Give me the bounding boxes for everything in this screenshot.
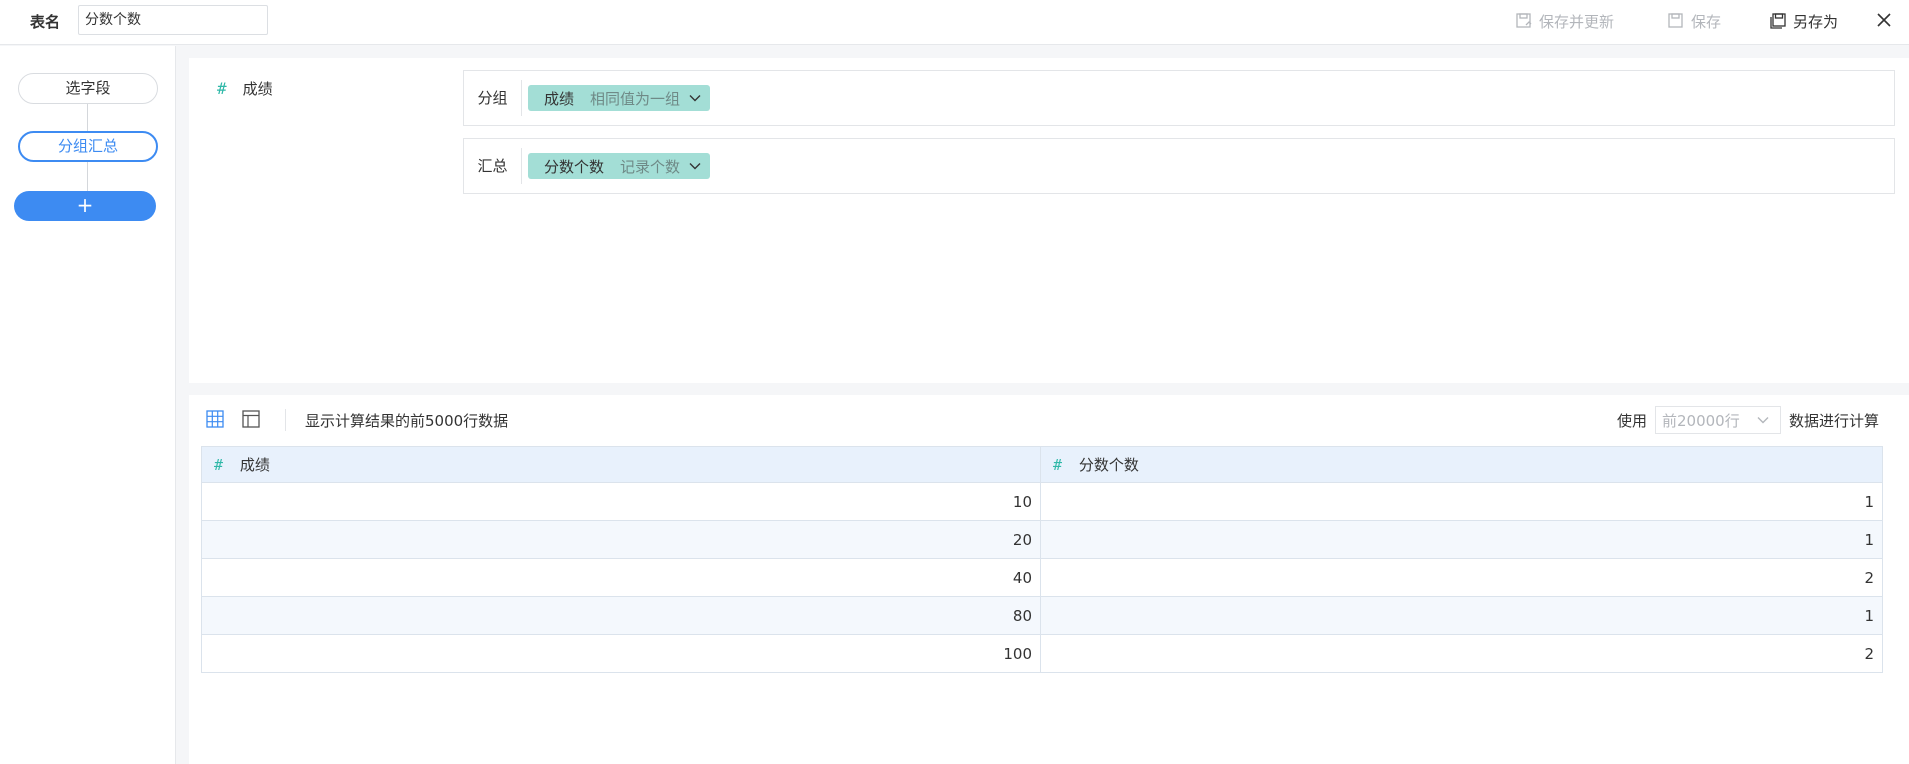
step-group-summary[interactable]: 分组汇总 — [18, 131, 158, 162]
step-sidebar: 选字段 分组汇总 + — [0, 46, 176, 764]
chip-field-name: 成绩 — [544, 89, 575, 108]
number-type-icon: # — [214, 456, 224, 474]
step-connector — [87, 162, 88, 191]
step-connector — [87, 104, 88, 131]
save-label: 保存 — [1691, 12, 1722, 31]
calc-rows-control: 使用 前20000行 数据进行计算 — [1617, 406, 1879, 434]
summary-drop-zone[interactable]: 汇总 分数个数 记录个数 — [463, 138, 1895, 194]
table-cell: 20 — [201, 520, 1041, 559]
table-cell: 2 — [1040, 558, 1883, 597]
toolbar-divider — [285, 409, 286, 431]
table-row: 10 1 — [201, 482, 1883, 521]
calc-label: 数据进行计算 — [1788, 411, 1879, 430]
summary-label: 汇总 — [464, 148, 522, 184]
table-cell: 2 — [1040, 634, 1883, 673]
table-cell: 1 — [1040, 482, 1883, 521]
save-and-update-button[interactable]: 保存并更新 — [1515, 10, 1614, 32]
table-cell: 1 — [1040, 520, 1883, 559]
table-row: 100 2 — [201, 634, 1883, 673]
chevron-down-icon[interactable] — [688, 91, 702, 105]
table-row: 20 1 — [201, 520, 1883, 559]
config-panel: # 成绩 分组 成绩 相同值为一组 汇总 分数个数 记录个数 — [189, 58, 1909, 383]
table-cell: 80 — [201, 596, 1041, 635]
number-type-icon: # — [217, 79, 227, 98]
chevron-down-icon — [1757, 417, 1769, 424]
rows-select[interactable]: 前20000行 — [1654, 406, 1781, 434]
table-row: 40 2 — [201, 558, 1883, 597]
table-view-icon[interactable] — [205, 409, 225, 429]
layout-view-icon[interactable] — [241, 409, 261, 429]
use-label: 使用 — [1616, 411, 1647, 430]
save-button[interactable]: 保存 — [1667, 10, 1721, 32]
chevron-down-icon[interactable] — [688, 159, 702, 173]
table-cell: 100 — [201, 634, 1041, 673]
table-name-label: 表名 — [30, 13, 61, 31]
column-header-score[interactable]: # 成绩 — [201, 446, 1041, 483]
table-cell: 40 — [201, 558, 1041, 597]
chip-summary-mode: 记录个数 — [620, 157, 681, 176]
column-header-label: 成绩 — [239, 456, 270, 474]
table-cell: 1 — [1040, 596, 1883, 635]
column-header-label: 分数个数 — [1078, 456, 1139, 474]
table-cell: 10 — [201, 482, 1041, 521]
close-icon[interactable] — [1873, 9, 1895, 31]
add-step-button[interactable]: + — [14, 191, 156, 221]
table-name-input[interactable]: 分数个数 — [78, 5, 268, 35]
top-bar: 表名 分数个数 保存并更新 保存 另存为 — [0, 0, 1909, 45]
column-header-count[interactable]: # 分数个数 — [1040, 446, 1883, 483]
save-icon — [1668, 13, 1683, 28]
save-as-button[interactable]: 另存为 — [1769, 10, 1838, 32]
save-update-icon — [1516, 13, 1532, 28]
group-label: 分组 — [464, 80, 522, 116]
save-and-update-label: 保存并更新 — [1539, 12, 1615, 31]
group-field-chip[interactable]: 成绩 相同值为一组 — [528, 85, 711, 111]
result-info-text: 显示计算结果的前5000行数据 — [305, 412, 509, 430]
number-type-icon: # — [1053, 456, 1063, 474]
summary-field-chip[interactable]: 分数个数 记录个数 — [528, 153, 711, 179]
save-as-label: 另存为 — [1793, 12, 1839, 31]
field-label: 成绩 — [242, 80, 273, 98]
rows-select-value: 前20000行 — [1661, 411, 1740, 430]
result-panel: 显示计算结果的前5000行数据 使用 前20000行 数据进行计算 # 成绩 #… — [189, 395, 1909, 764]
chip-field-name: 分数个数 — [544, 157, 605, 176]
chip-group-mode: 相同值为一组 — [590, 89, 681, 108]
table-header-row: # 成绩 # 分数个数 — [201, 446, 1883, 483]
group-drop-zone[interactable]: 分组 成绩 相同值为一组 — [463, 70, 1895, 126]
step-select-fields[interactable]: 选字段 — [18, 73, 158, 104]
save-as-icon — [1770, 13, 1786, 29]
result-table: # 成绩 # 分数个数 10 1 20 1 40 2 80 1 100 2 — [201, 446, 1883, 673]
field-item-score[interactable]: # 成绩 — [217, 78, 273, 99]
table-row: 80 1 — [201, 596, 1883, 635]
